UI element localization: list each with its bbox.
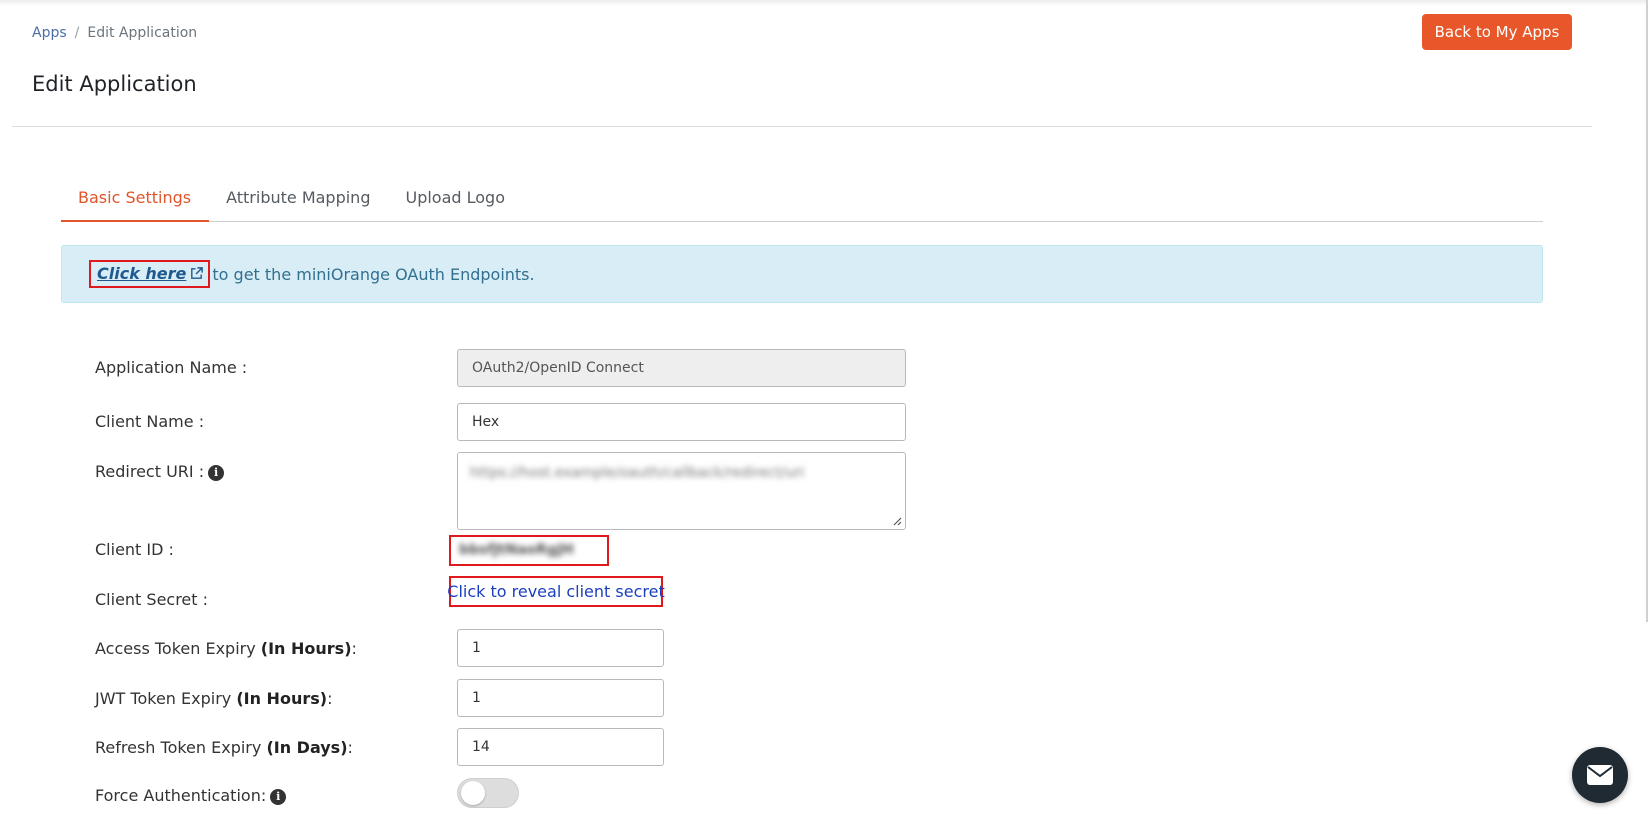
jwt-token-value: 1 xyxy=(472,690,481,706)
tab-basic-settings[interactable]: Basic Settings xyxy=(61,181,210,222)
redirect-uri-label-row: Redirect URI :i xyxy=(95,462,225,481)
jwt-token-unit: (In Hours) xyxy=(236,689,328,708)
external-link-icon[interactable] xyxy=(189,266,204,281)
refresh-token-label: Refresh Token Expiry xyxy=(95,738,267,757)
click-here-highlight: Click here xyxy=(89,260,211,288)
access-token-label-row: Access Token Expiry (In Hours): xyxy=(95,639,357,658)
header-divider xyxy=(12,126,1592,127)
force-auth-label: Force Authentication: xyxy=(95,786,267,805)
jwt-token-expiry-input[interactable]: 1 xyxy=(457,679,664,717)
top-shadow xyxy=(0,0,1648,6)
info-icon[interactable]: i xyxy=(270,789,287,805)
force-auth-label-row: Force Authentication: i xyxy=(95,786,287,805)
page-title: Edit Application xyxy=(32,72,197,96)
redirect-uri-value: https://host.example/oauth/callback/redi… xyxy=(470,465,805,481)
application-name-value: OAuth2/OpenID Connect xyxy=(472,360,644,376)
access-token-colon: : xyxy=(351,639,357,658)
application-name-label: Application Name : xyxy=(95,358,248,377)
access-token-label: Access Token Expiry xyxy=(95,639,261,658)
refresh-token-colon: : xyxy=(347,738,353,757)
access-token-value: 1 xyxy=(472,640,481,656)
client-name-label: Client Name : xyxy=(95,412,205,431)
access-token-expiry-input[interactable]: 1 xyxy=(457,629,664,667)
redirect-uri-label: Redirect URI : xyxy=(95,462,205,481)
client-id-highlight: bbsfJtNaoRgJH xyxy=(449,535,609,566)
refresh-token-expiry-input[interactable]: 14 xyxy=(457,728,664,766)
client-name-input[interactable]: Hex xyxy=(457,403,906,441)
application-name-input: OAuth2/OpenID Connect xyxy=(457,349,906,387)
force-authentication-toggle[interactable] xyxy=(457,778,519,808)
jwt-token-colon: : xyxy=(327,689,333,708)
tab-attribute-mapping[interactable]: Attribute Mapping xyxy=(209,181,388,222)
client-id-label: Client ID : xyxy=(95,540,174,559)
tab-upload-logo[interactable]: Upload Logo xyxy=(388,181,523,222)
refresh-token-unit: (In Days) xyxy=(266,738,348,757)
access-token-unit: (In Hours) xyxy=(260,639,352,658)
resize-grip-icon[interactable] xyxy=(892,516,902,526)
jwt-token-label-row: JWT Token Expiry (In Hours): xyxy=(95,689,332,708)
alert-text: to get the miniOrange OAuth Endpoints. xyxy=(212,264,535,284)
toggle-knob xyxy=(461,781,485,805)
info-icon[interactable]: i xyxy=(208,465,225,481)
redirect-uri-textarea[interactable]: https://host.example/oauth/callback/redi… xyxy=(457,452,906,530)
breadcrumb-separator: / xyxy=(74,25,80,41)
client-name-value: Hex xyxy=(472,414,500,430)
breadcrumb-apps-link[interactable]: Apps xyxy=(32,25,67,41)
support-chat-button[interactable] xyxy=(1572,747,1628,803)
tab-bar: Basic Settings Attribute Mapping Upload … xyxy=(61,181,1543,222)
mail-icon xyxy=(1587,765,1613,785)
client-secret-highlight: Click to reveal client secret xyxy=(447,576,665,607)
refresh-token-value: 14 xyxy=(472,739,490,755)
breadcrumb: Apps / Edit Application xyxy=(32,25,197,41)
breadcrumb-current: Edit Application xyxy=(87,25,198,41)
reveal-client-secret-link[interactable]: Click to reveal client secret xyxy=(447,582,664,601)
endpoints-info-alert: Click here to get the miniOrange OAuth E… xyxy=(61,245,1543,303)
client-secret-label: Client Secret : xyxy=(95,590,209,609)
client-id-value: bbsfJtNaoRgJH xyxy=(459,542,574,558)
jwt-token-label: JWT Token Expiry xyxy=(95,689,237,708)
refresh-token-label-row: Refresh Token Expiry (In Days): xyxy=(95,738,353,757)
back-to-my-apps-button[interactable]: Back to My Apps xyxy=(1422,14,1572,50)
click-here-link[interactable]: Click here xyxy=(97,264,186,283)
